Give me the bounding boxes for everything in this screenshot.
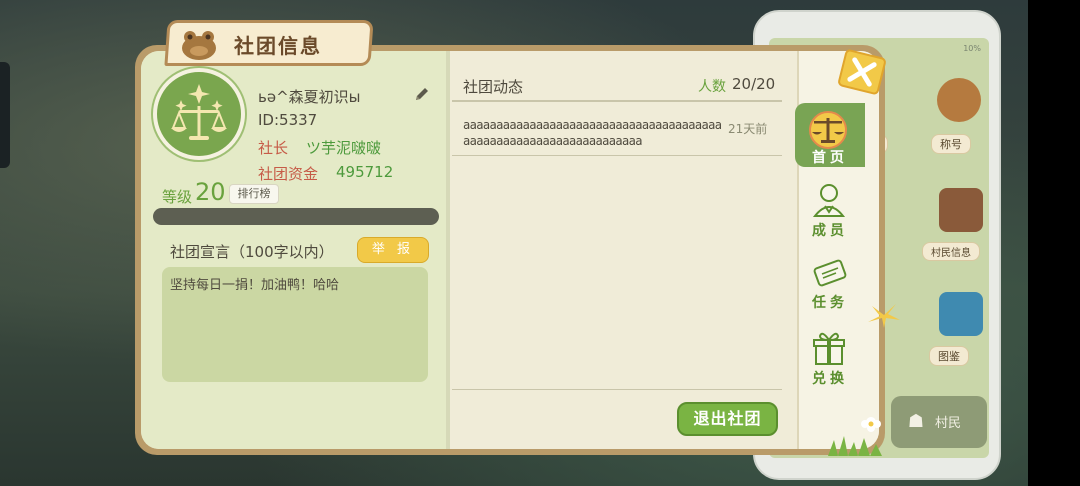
screen-edge	[1028, 0, 1080, 486]
level-label: 等级	[162, 188, 193, 206]
club-id: ID:5337	[258, 111, 318, 129]
atlas-icon	[939, 292, 983, 336]
leaderboard-button[interactable]: 排行榜	[229, 184, 279, 204]
level-value: 20	[195, 178, 226, 206]
page-title: 社团信息	[234, 34, 322, 58]
leader-label: 社长	[258, 139, 289, 157]
funds-value: 495712	[336, 163, 394, 181]
edge-tab	[0, 62, 10, 168]
declaration-text: 坚持每日一捐！加油鸭！哈哈	[170, 278, 340, 293]
leader-name[interactable]: ツ芋泥啵啵	[306, 137, 381, 158]
atlas-label: 图鉴	[929, 346, 969, 366]
nav-members-label[interactable]: 成员	[812, 220, 848, 240]
pencil-edit-icon[interactable]	[413, 86, 431, 104]
level-progress-bar	[153, 208, 439, 225]
phone-dock: ☗ 村民	[891, 396, 987, 448]
frog-icon	[182, 31, 216, 60]
members-count: 20/20	[732, 75, 776, 93]
title-label: 称号	[931, 134, 971, 154]
news-divider-bottom	[452, 389, 782, 390]
nav-home-label: 首页	[812, 150, 848, 166]
scales-emblem-icon	[171, 84, 227, 140]
villager-icon: ☗	[907, 411, 925, 432]
news-item-time: 21天前	[728, 122, 768, 136]
scroll-icon[interactable]	[810, 256, 850, 292]
nav-tasks-label[interactable]: 任务	[812, 292, 848, 312]
badge-icon	[937, 78, 981, 122]
news-item-divider	[452, 155, 782, 156]
grass-daisy-icon	[828, 417, 882, 456]
news-title: 社团动态	[463, 78, 524, 96]
gift-icon[interactable]	[812, 330, 846, 366]
villager-info-label: 村民信息	[922, 242, 980, 261]
funds-label: 社团资金	[258, 165, 319, 183]
club-avatar	[153, 68, 245, 160]
report-button[interactable]: 举 报	[357, 237, 429, 263]
leave-club-button[interactable]: 退出社团	[677, 402, 778, 436]
scales-icon	[809, 111, 847, 149]
news-item-text: aaaaaaaaaaaaaaaaaaaaaaaaaaaaaaaaaaaaaaaa…	[463, 118, 722, 148]
club-name: ьә^森夏初识ы	[258, 88, 361, 106]
yellow-flower-icon	[868, 304, 900, 328]
member-icon[interactable]	[812, 182, 846, 218]
declaration-label: 社团宣言（100字以内）	[170, 243, 334, 261]
members-label: 人数	[698, 79, 726, 95]
news-divider-top	[452, 100, 782, 102]
phone-status: 10%	[963, 44, 981, 53]
book-icon	[939, 188, 983, 232]
nav-exchange-label[interactable]: 兑换	[812, 368, 848, 388]
villager-label: 村民	[935, 416, 962, 431]
column-divider	[446, 51, 450, 449]
